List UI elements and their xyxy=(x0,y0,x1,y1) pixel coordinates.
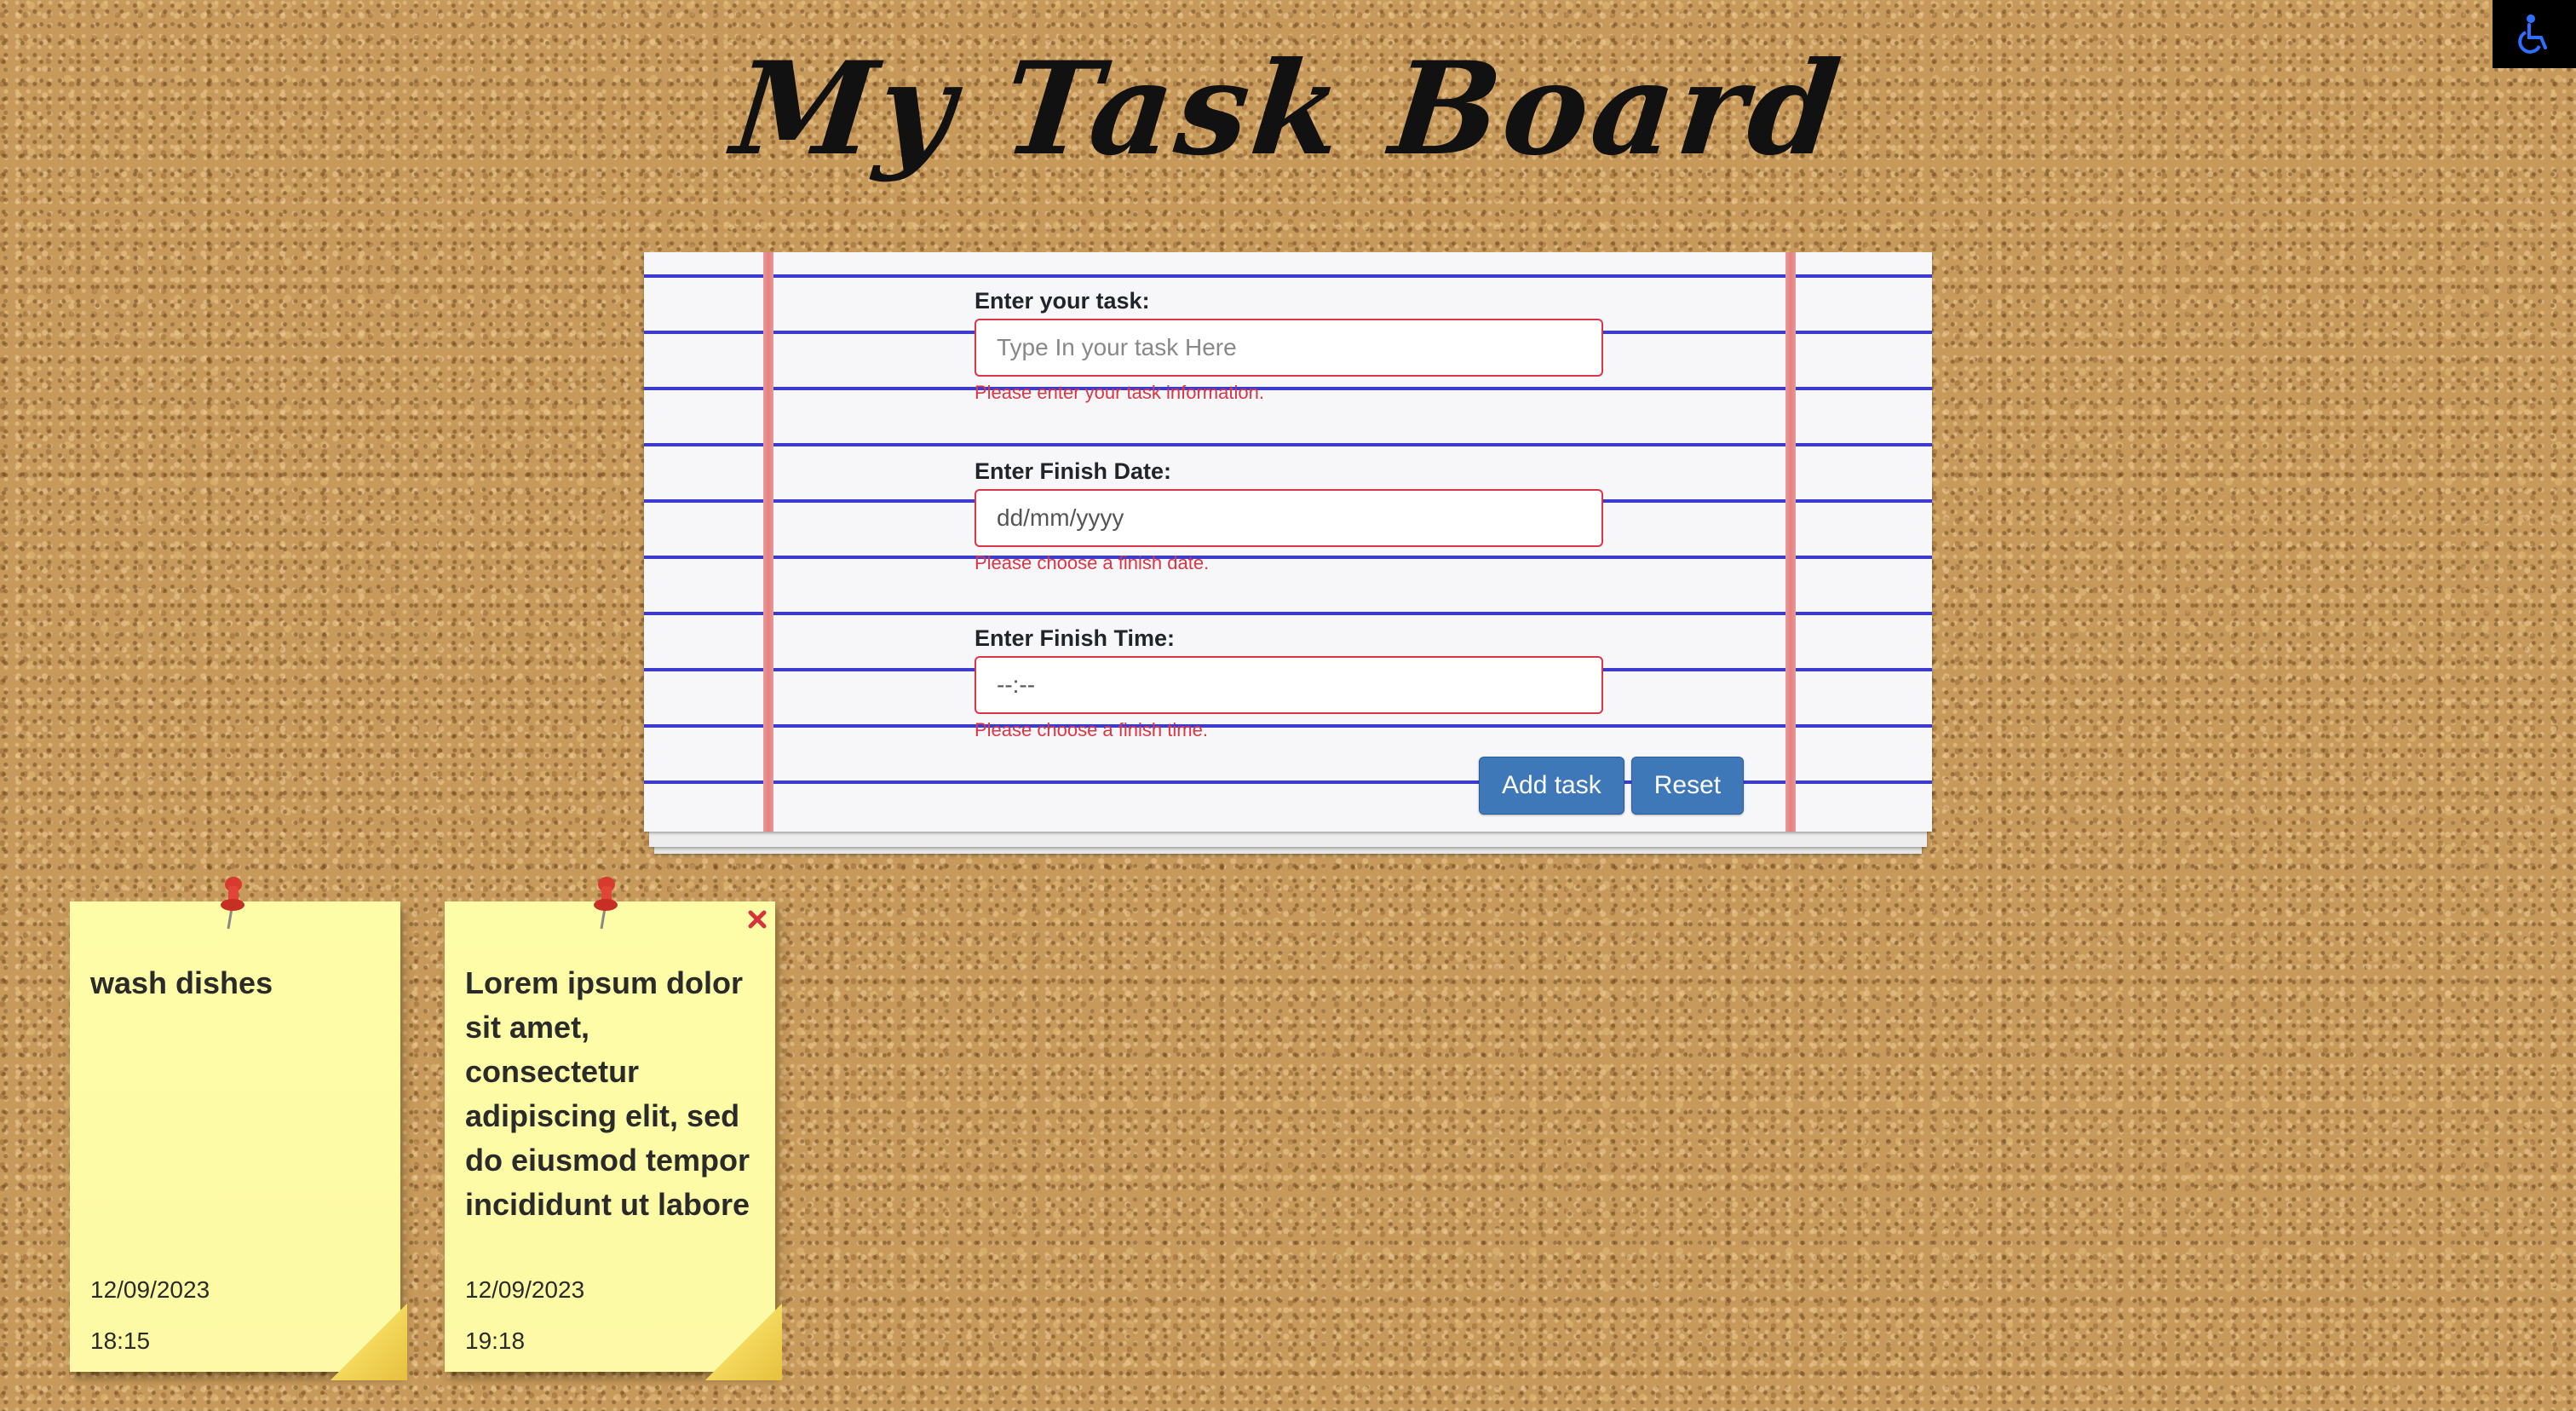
time-label: Enter Finish Time: xyxy=(975,625,1176,651)
time-field-group: Enter Finish Time: --:-- Please choose a… xyxy=(975,625,1603,745)
note-date: 12/09/2023 xyxy=(90,1276,210,1303)
note-text: Lorem ipsum dolor sit amet, consectetur … xyxy=(465,965,750,1222)
task-form-paper: Enter your task: Type In your task Here … xyxy=(644,252,1932,854)
pushpin-icon xyxy=(594,877,618,930)
note-time: 19:18 xyxy=(465,1327,526,1354)
note-time: 18:15 xyxy=(90,1327,151,1354)
margin-line-left xyxy=(763,252,773,832)
time-input[interactable]: --:-- xyxy=(975,656,1603,714)
date-field-group: Enter Finish Date: dd/mm/yyyy Please cho… xyxy=(975,458,1603,578)
task-error: Please enter your task information. xyxy=(975,382,1264,403)
time-error: Please choose a finish time. xyxy=(975,719,1208,740)
task-note[interactable]: wash dishes 12/09/2023 18:15 xyxy=(70,877,407,1380)
page-title: My Task Board xyxy=(726,34,1850,184)
date-error: Please choose a finish date. xyxy=(975,552,1210,573)
paper-sheet: Enter your task: Type In your task Here … xyxy=(644,252,1932,832)
note-curl xyxy=(331,1304,407,1380)
add-task-button[interactable]: Add task xyxy=(1479,757,1624,815)
note-text: wash dishes xyxy=(90,965,273,1000)
margin-line-right xyxy=(1785,252,1796,832)
task-field-group: Enter your task: Type In your task Here … xyxy=(975,288,1603,407)
pushpin-icon xyxy=(221,877,244,930)
note-date: 12/09/2023 xyxy=(465,1276,585,1303)
date-label: Enter Finish Date: xyxy=(975,458,1172,484)
form-actions: Add task Reset xyxy=(1479,757,1745,815)
close-icon[interactable] xyxy=(745,907,770,932)
wheelchair-icon xyxy=(2518,14,2547,54)
task-input[interactable]: Type In your task Here xyxy=(975,319,1603,377)
reset-button[interactable]: Reset xyxy=(1630,757,1745,815)
accessibility-button[interactable] xyxy=(2493,0,2576,68)
note-curl xyxy=(705,1304,782,1380)
task-note[interactable]: Lorem ipsum dolor sit amet, consectetur … xyxy=(445,877,782,1380)
date-input[interactable]: dd/mm/yyyy xyxy=(975,489,1603,547)
task-label: Enter your task: xyxy=(975,288,1150,314)
